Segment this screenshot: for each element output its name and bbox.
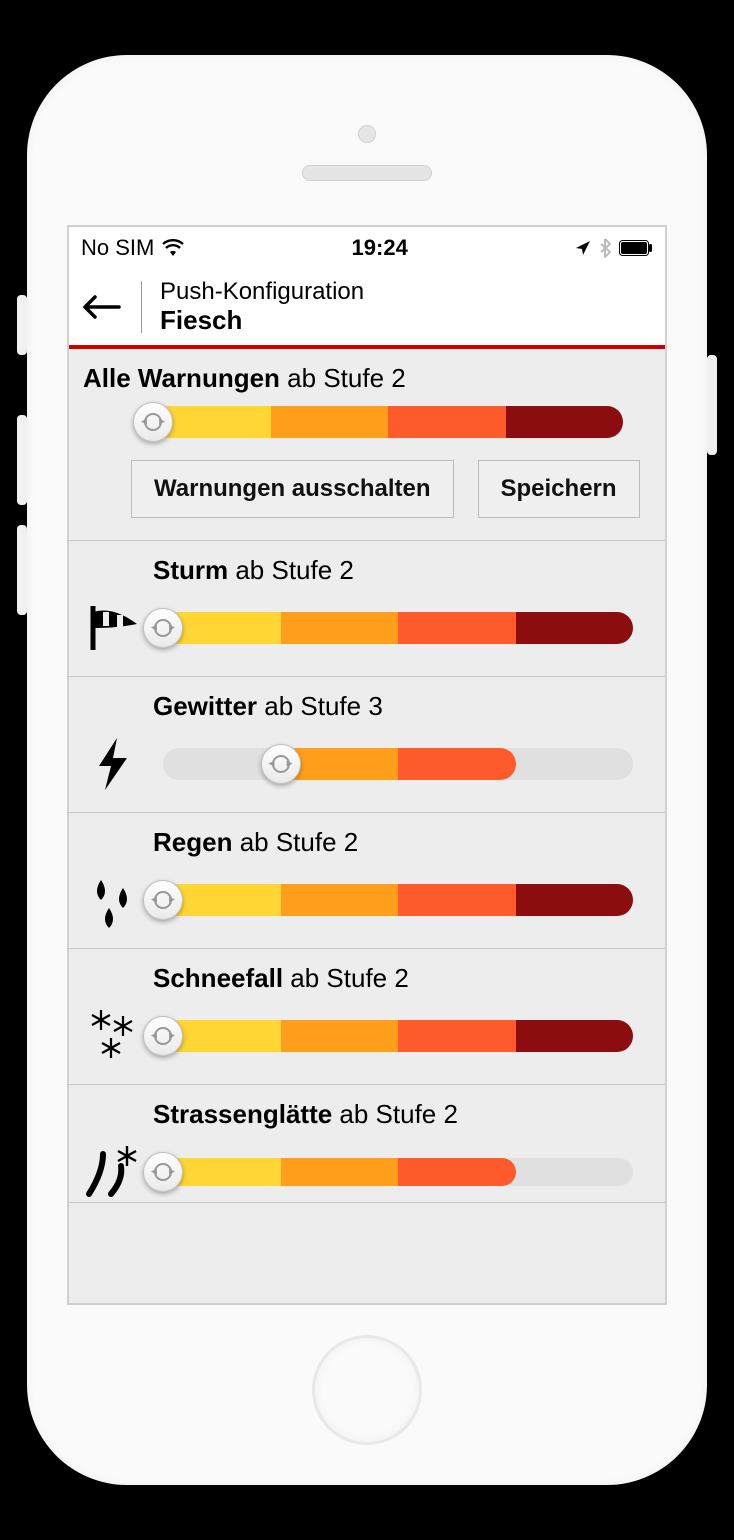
heading-gewitter: Gewitter ab Stufe 3	[153, 691, 651, 722]
bluetooth-icon	[599, 238, 611, 258]
disable-warnings-button[interactable]: Warnungen ausschalten	[131, 460, 454, 518]
wifi-icon	[162, 239, 184, 257]
phone-home-button[interactable]	[312, 1335, 422, 1445]
slider-thumb[interactable]: ◄►	[133, 402, 173, 442]
panel-gewitter: Gewitter ab Stufe 3 ◄►	[69, 677, 665, 813]
heading-sturm: Sturm ab Stufe 2	[153, 555, 651, 586]
screen: No SIM 19:24	[67, 225, 667, 1305]
phone-speaker	[302, 165, 432, 181]
battery-icon	[619, 240, 653, 256]
phone-side-button	[707, 355, 717, 455]
phone-side-button	[17, 295, 27, 355]
status-time: 19:24	[352, 235, 408, 261]
heading-regen: Regen ab Stufe 2	[153, 827, 651, 858]
slider-thumb[interactable]: ◄►	[143, 1152, 183, 1192]
nav-bar: Push-Konfiguration Fiesch	[69, 269, 665, 349]
slider-thumb[interactable]: ◄►	[143, 880, 183, 920]
panel-sturm: Sturm ab Stufe 2 ◄►	[69, 541, 665, 677]
slider-thumb[interactable]: ◄►	[143, 608, 183, 648]
save-button[interactable]: Speichern	[478, 460, 640, 518]
slider-schneefall[interactable]: ◄►	[163, 1020, 633, 1052]
nav-title: Push-Konfiguration	[160, 278, 364, 306]
phone-side-button	[17, 415, 27, 505]
heading-schneefall: Schneefall ab Stufe 2	[153, 963, 651, 994]
phone-side-button	[17, 525, 27, 615]
panel-all-warnings: Alle Warnungen ab Stufe 2 ◄► Warnungen a…	[69, 349, 665, 541]
content: Alle Warnungen ab Stufe 2 ◄► Warnungen a…	[69, 349, 665, 1303]
heading-strassenglaette: Strassenglätte ab Stufe 2	[153, 1099, 651, 1130]
lightning-icon	[83, 734, 153, 794]
panel-regen: Regen ab Stufe 2 ◄►	[69, 813, 665, 949]
slider-thumb[interactable]: ◄►	[261, 744, 301, 784]
slider-thumb[interactable]: ◄►	[143, 1016, 183, 1056]
location-icon	[575, 240, 591, 256]
slider-all-warnings[interactable]: ◄►	[153, 406, 623, 438]
slider-gewitter[interactable]: ◄►	[163, 748, 633, 780]
slider-sturm[interactable]: ◄►	[163, 612, 633, 644]
arrow-left-icon	[81, 294, 121, 320]
back-button[interactable]	[79, 285, 123, 329]
nav-location: Fiesch	[160, 306, 364, 336]
panel-schneefall: Schneefall ab Stufe 2 ◄►	[69, 949, 665, 1085]
status-carrier: No SIM	[81, 235, 154, 261]
heading-all-warnings: Alle Warnungen ab Stufe 2	[83, 363, 651, 394]
nav-divider	[141, 281, 142, 333]
status-bar: No SIM 19:24	[69, 227, 665, 269]
phone-frame: No SIM 19:24	[27, 55, 707, 1485]
slider-regen[interactable]: ◄►	[163, 884, 633, 916]
panel-strassenglaette: Strassenglätte ab Stufe 2 ◄►	[69, 1085, 665, 1203]
slider-strassenglaette[interactable]: ◄►	[163, 1158, 633, 1186]
